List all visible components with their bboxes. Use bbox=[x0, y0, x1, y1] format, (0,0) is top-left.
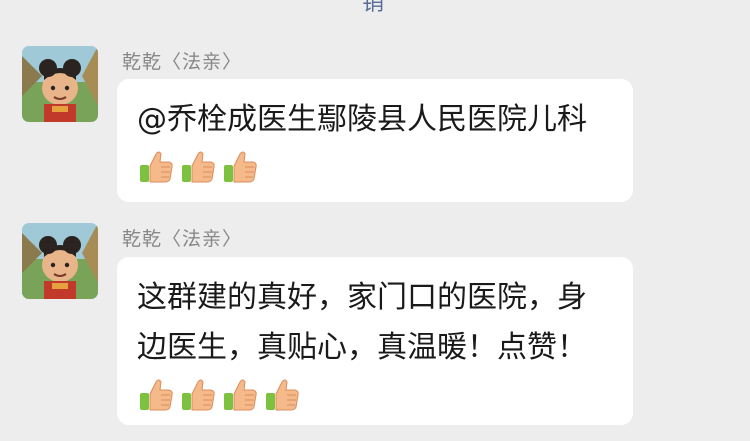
message-text: @乔栓成医生鄢陵县人民医院儿科 bbox=[137, 102, 587, 137]
thumbs-up-icon bbox=[182, 151, 215, 183]
thumbs-up-icon bbox=[224, 379, 257, 411]
message-text: 边医生，真贴心，真温暖！点赞！ bbox=[137, 330, 587, 365]
thumbs-up-icon bbox=[224, 151, 257, 183]
thumbs-up-row bbox=[137, 147, 615, 187]
thumbs-up-icon bbox=[266, 379, 299, 411]
sender-name: 乾乾〈法亲〉 bbox=[122, 51, 243, 73]
cartoon-character-avatar-icon bbox=[22, 46, 98, 122]
thumbs-up-row bbox=[137, 375, 615, 415]
thumbs-up-icon bbox=[182, 379, 215, 411]
avatar[interactable] bbox=[22, 223, 98, 299]
sender-name: 乾乾〈法亲〉 bbox=[122, 228, 243, 250]
thumbs-up-icon bbox=[140, 379, 173, 411]
message-bubble[interactable]: @乔栓成医生鄢陵县人民医院儿科 bbox=[117, 79, 633, 202]
message-text: 这群建的真好，家门口的医院，身 bbox=[137, 280, 587, 315]
top-partial-text: 销 bbox=[362, 0, 385, 16]
message-bubble[interactable]: 这群建的真好，家门口的医院，身 边医生，真贴心，真温暖！点赞！ bbox=[117, 257, 633, 425]
thumbs-up-icon bbox=[140, 151, 173, 183]
avatar[interactable] bbox=[22, 46, 98, 122]
cartoon-character-avatar-icon bbox=[22, 223, 98, 299]
